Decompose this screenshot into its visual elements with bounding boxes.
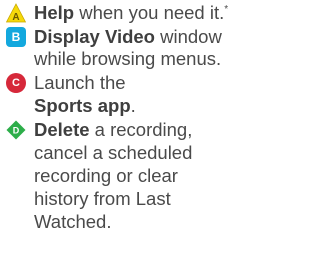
red-circle-c-icon: C <box>6 73 26 93</box>
delete-label: Delete <box>34 119 90 140</box>
sports-app-period: . <box>130 95 136 116</box>
legend-text-d: Delete a recording, <box>34 119 192 142</box>
remote-color-button-legend: A Help when you need it.* B Display Vide… <box>0 0 264 267</box>
launch-description: Launch the <box>34 72 126 93</box>
legend-text-c: Launch the <box>34 72 126 95</box>
footnote-marker: * <box>224 4 229 15</box>
display-video-description: window <box>154 26 222 47</box>
delete-description-5: Watched. <box>34 211 112 232</box>
sports-app-label: Sports app <box>34 95 131 116</box>
help-label: Help <box>34 2 75 23</box>
badge-letter-d: D <box>13 126 20 136</box>
delete-description: a recording, <box>89 119 193 140</box>
legend-text-b: Display Video window <box>34 26 222 49</box>
help-description: when you need it. <box>74 2 225 23</box>
delete-description-4: history from Last <box>34 188 171 209</box>
delete-description-2: cancel a scheduled <box>34 142 193 163</box>
badge-letter-a: A <box>12 12 19 23</box>
green-diamond-d-icon: D <box>6 120 26 140</box>
delete-description-3: recording or clear <box>34 165 178 186</box>
blue-square-b-icon: B <box>6 27 26 47</box>
legend-text-a: Help when you need it.* <box>34 2 228 25</box>
display-video-label: Display Video <box>34 26 155 47</box>
display-video-description-cont: while browsing menus. <box>34 48 222 69</box>
yellow-triangle-a-icon: A <box>6 3 26 23</box>
